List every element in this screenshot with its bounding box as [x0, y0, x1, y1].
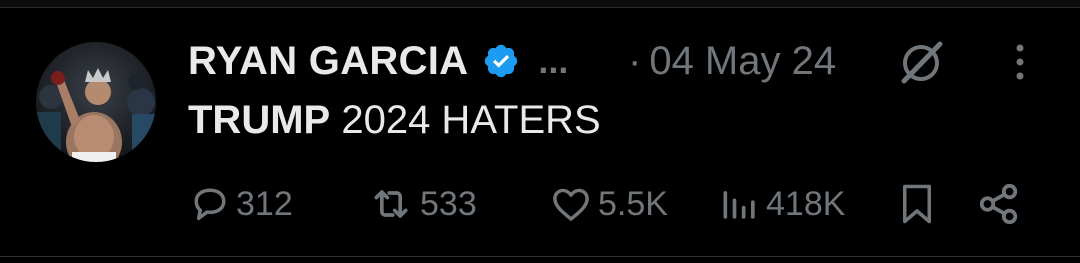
- reply-button[interactable]: 312: [188, 178, 293, 230]
- repost-button[interactable]: 533: [366, 178, 477, 230]
- tweet-date: 04 May 24: [649, 38, 837, 83]
- tweet-timestamp[interactable]: · 04 May 24: [628, 36, 836, 86]
- views-icon: [723, 191, 755, 219]
- top-divider: [0, 0, 1080, 8]
- tweet-text: TRUMP 2024 HATERS: [188, 98, 601, 143]
- more-vertical-icon[interactable]: [1008, 40, 1032, 84]
- author-name[interactable]: RYAN GARCIA: [188, 39, 468, 84]
- bottom-divider: [0, 256, 1080, 257]
- like-button[interactable]: 5.5K: [548, 178, 668, 230]
- author-handle[interactable]: ...: [538, 40, 568, 82]
- tweet-text-rest: 2024 HATERS: [330, 98, 601, 142]
- share-button[interactable]: [976, 178, 1022, 230]
- tweet-text-bold: TRUMP: [188, 98, 331, 142]
- views-count: 418K: [766, 184, 846, 223]
- like-count: 5.5K: [598, 184, 668, 223]
- avatar-image: [36, 42, 156, 162]
- repost-count: 533: [420, 184, 477, 223]
- reply-icon: [194, 188, 226, 221]
- bookmark-icon: [903, 184, 931, 224]
- reply-count: 312: [236, 184, 293, 223]
- tweet-header: RYAN GARCIA ...: [188, 36, 568, 86]
- repost-icon: [374, 190, 408, 218]
- views-button[interactable]: 418K: [718, 178, 845, 230]
- verified-badge-icon: [482, 42, 520, 80]
- avatar[interactable]: [36, 42, 156, 162]
- share-icon: [979, 183, 1018, 225]
- tweet-actions: 312 533 5.5K 418K: [0, 178, 1080, 230]
- grok-icon[interactable]: [896, 40, 946, 84]
- heart-icon: [553, 188, 589, 221]
- date-separator: ·: [628, 38, 642, 83]
- bookmark-button[interactable]: [896, 178, 938, 230]
